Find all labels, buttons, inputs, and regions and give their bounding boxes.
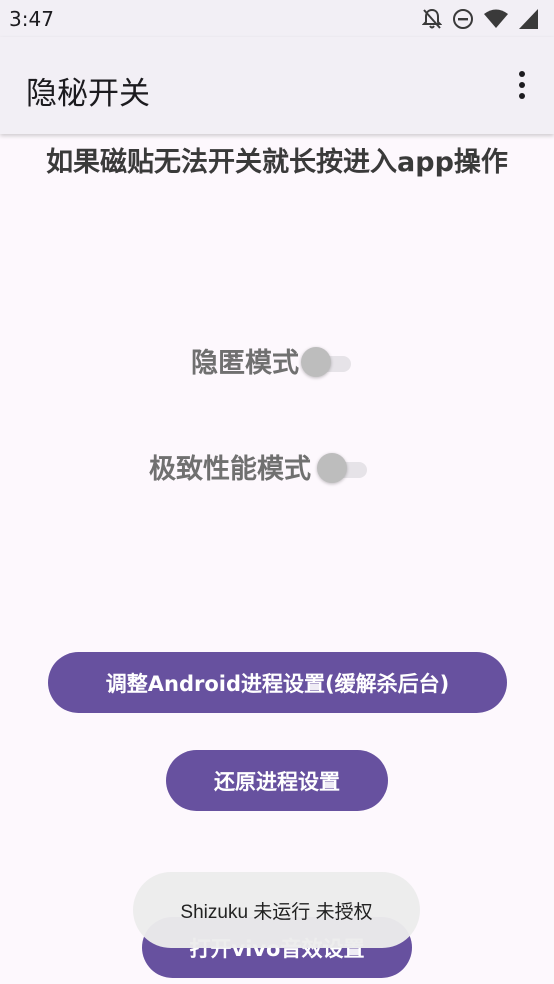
battery-icon (518, 8, 540, 30)
switch-label: 极致性能模式 (149, 454, 311, 485)
restore-process-button[interactable]: 还原进程设置 (166, 750, 388, 811)
notifications-off-icon (422, 8, 442, 30)
app-bar: 隐秘开关 (0, 37, 554, 134)
stealth-mode-switch[interactable] (301, 345, 353, 377)
status-time: 3:47 (9, 7, 54, 31)
adjust-process-button[interactable]: 调整Android进程设置(缓解杀后台) (48, 652, 507, 713)
switch-row-performance-mode: 极致性能模式 (149, 447, 369, 486)
wifi-icon (484, 9, 508, 29)
switch-row-stealth-mode: 隐匿模式 (191, 341, 353, 380)
do-not-disturb-icon (452, 8, 474, 30)
toast-message: Shizuku 未运行 未授权 (133, 872, 420, 948)
status-bar: 3:47 (0, 0, 554, 37)
app-title: 隐秘开关 (26, 76, 150, 112)
overflow-menu-icon[interactable] (508, 69, 536, 101)
switch-label: 隐匿模式 (191, 348, 299, 379)
status-icons (422, 8, 540, 30)
hint-text: 如果磁贴无法开关就长按进入app操作 (46, 147, 508, 178)
performance-mode-switch[interactable] (317, 451, 369, 483)
